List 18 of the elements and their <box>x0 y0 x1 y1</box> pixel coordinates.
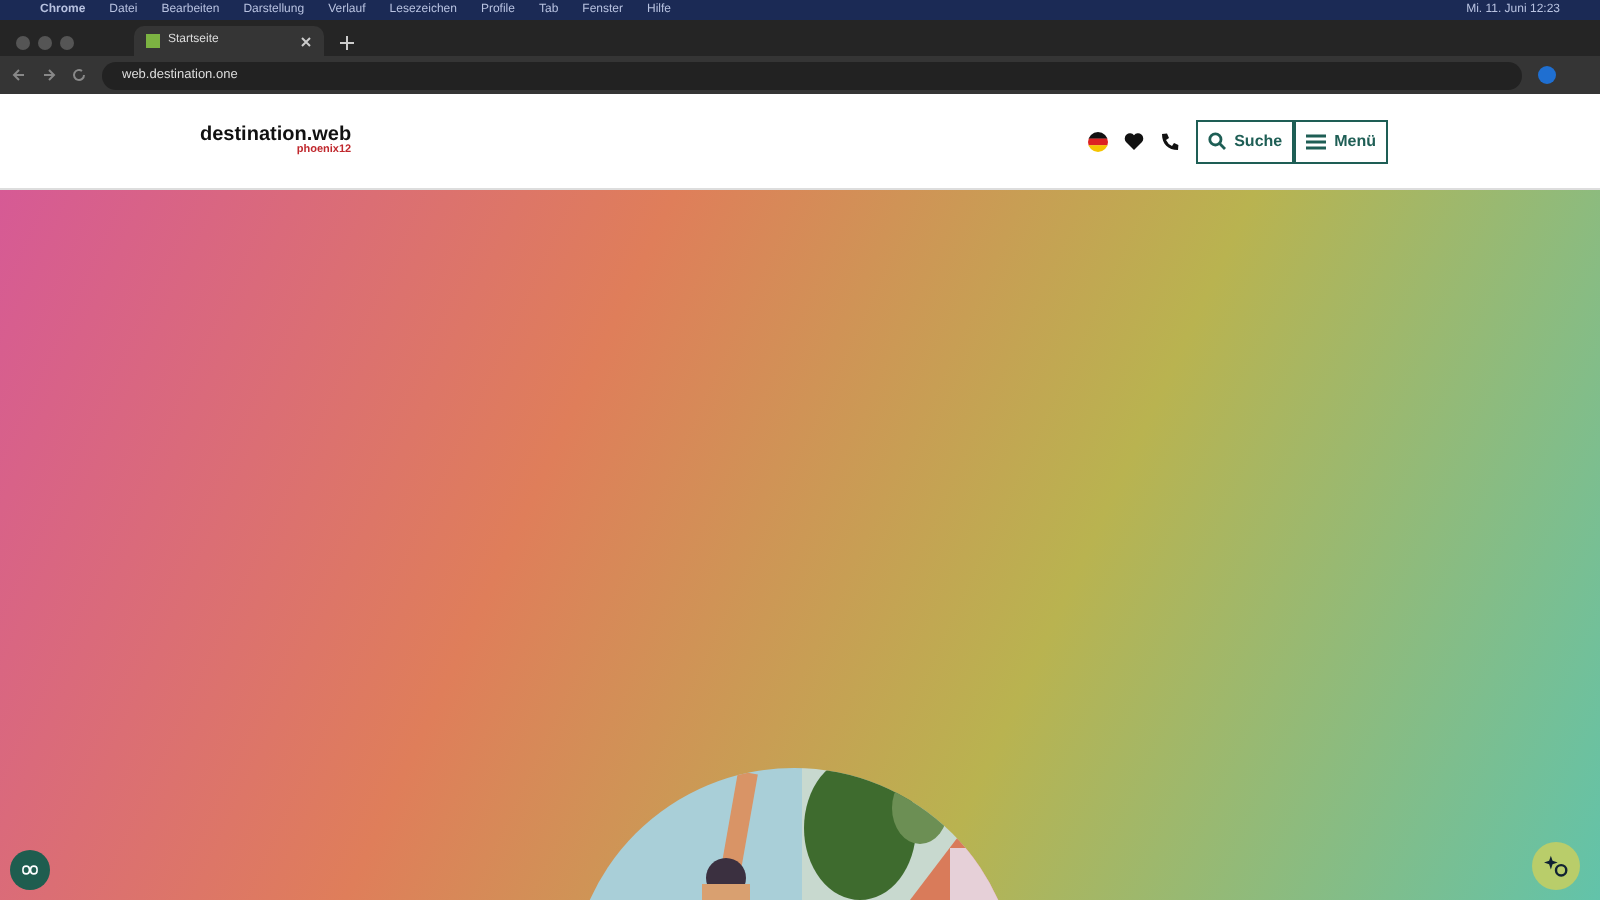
heart-icon[interactable] <box>1124 132 1145 150</box>
profile-icon[interactable] <box>1538 66 1556 84</box>
glasses-icon <box>22 864 38 876</box>
phone-icon[interactable] <box>1160 131 1181 151</box>
menu-icon <box>1306 133 1327 149</box>
assistant-button[interactable] <box>1532 842 1580 890</box>
favicon-icon <box>146 34 160 48</box>
sparkle-icon <box>1544 854 1568 878</box>
reload-icon[interactable] <box>72 68 86 82</box>
search-button[interactable]: Suche <box>1196 119 1295 163</box>
german-flag-icon[interactable] <box>1088 131 1109 151</box>
search-icon <box>1208 132 1227 150</box>
back-icon[interactable] <box>12 68 26 82</box>
menu-button[interactable]: Menü <box>1294 119 1388 163</box>
close-icon[interactable] <box>300 35 312 47</box>
forward-icon[interactable] <box>42 68 56 82</box>
new-tab-icon[interactable] <box>340 36 354 50</box>
accessibility-button[interactable] <box>10 850 50 890</box>
